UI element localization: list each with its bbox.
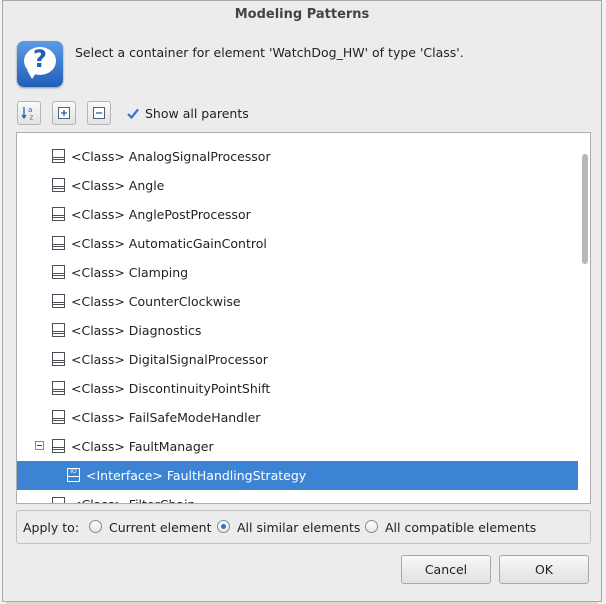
class-icon [52, 497, 65, 503]
dialog-title: Modeling Patterns [234, 7, 370, 22]
tree-item[interactable]: <Class> AutomaticGainControl [17, 229, 580, 258]
tree-item-label: <Class> DiscontinuityPointShift [71, 381, 271, 396]
tree-item-label: <Interface> FaultHandlingStrategy [86, 468, 307, 483]
tree-item[interactable]: <Class> FilterChain [17, 490, 580, 503]
class-icon [52, 381, 65, 395]
tree-item-label: <Class> FailSafeModeHandler [71, 410, 261, 425]
class-icon [52, 352, 65, 366]
tree-item-label: <Class> AutomaticGainControl [71, 236, 267, 251]
class-icon [52, 265, 65, 279]
tree-scrollbar[interactable] [578, 133, 590, 503]
modeling-patterns-dialog: Modeling Patterns ? Select a container f… [2, 0, 602, 602]
radio-all-similar-elements-label[interactable]: All similar elements [237, 520, 360, 535]
collapse-toggle-icon[interactable] [35, 441, 44, 450]
tree-item-label: <Class> Angle [71, 178, 165, 193]
cancel-button[interactable]: Cancel [401, 555, 491, 584]
container-tree[interactable]: <Class> AnalogSignalProcessor <Class> Ang… [16, 132, 591, 504]
tree-item[interactable]: <Class> Clamping [17, 258, 580, 287]
ok-button[interactable]: OK [499, 555, 589, 584]
interface-icon [67, 468, 80, 482]
tree-item[interactable]: <Interface> FaultHandlingStrategy [17, 461, 580, 490]
class-icon [52, 178, 65, 192]
dialog-message: Select a container for element 'WatchDog… [75, 45, 464, 60]
class-icon [52, 439, 65, 453]
radio-all-compatible-elements-label[interactable]: All compatible elements [385, 520, 536, 535]
tree-item[interactable]: <Class> Diagnostics [17, 316, 580, 345]
checkmark-icon [127, 108, 139, 119]
sort-button[interactable]: a z [17, 101, 41, 125]
tree-item-label: <Class> Clamping [71, 265, 189, 280]
radio-all-similar-elements[interactable] [217, 520, 230, 533]
collapse-all-icon [93, 107, 105, 119]
scrollbar-thumb[interactable] [582, 154, 588, 264]
apply-to-group: Apply to: Current element All similar el… [16, 510, 591, 544]
tree-item[interactable]: <Class> DiscontinuityPointShift [17, 374, 580, 403]
tree-item[interactable]: <Class> Angle [17, 171, 580, 200]
tree-item[interactable]: <Class> DigitalSignalProcessor [17, 345, 580, 374]
svg-text:z: z [30, 114, 34, 122]
class-icon [52, 410, 65, 424]
tree-item-label: <Class> Diagnostics [71, 323, 202, 338]
show-all-parents-checkbox[interactable]: Show all parents [126, 106, 249, 121]
tree-item-label: <Class> FaultManager [71, 439, 214, 454]
expand-all-icon [58, 107, 70, 119]
class-icon [52, 294, 65, 308]
class-icon [52, 149, 65, 163]
show-all-parents-label: Show all parents [145, 106, 249, 121]
question-icon: ? [17, 41, 63, 87]
radio-current-element-label[interactable]: Current element [109, 520, 211, 535]
class-icon [52, 207, 65, 221]
radio-current-element[interactable] [89, 520, 102, 533]
sort-alpha-icon: a z [21, 106, 34, 122]
tree-item[interactable]: <Class> AnalogSignalProcessor [17, 142, 580, 171]
apply-to-label: Apply to: [23, 520, 80, 535]
class-icon [52, 323, 65, 337]
expand-all-button[interactable] [52, 101, 76, 125]
collapse-all-button[interactable] [87, 101, 111, 125]
tree-item-label: <Class> CounterClockwise [71, 294, 241, 309]
tree-item-label: <Class> AnalogSignalProcessor [71, 149, 271, 164]
class-icon [52, 236, 65, 250]
tree-item[interactable]: <Class> AnglePostProcessor [17, 200, 580, 229]
tree-item[interactable]: <Class> CounterClockwise [17, 287, 580, 316]
tree-item-label: <Class> FilterChain [71, 497, 195, 503]
tree-item[interactable]: <Class> FailSafeModeHandler [17, 403, 580, 432]
radio-all-compatible-elements[interactable] [365, 520, 378, 533]
tree-item-label: <Class> AnglePostProcessor [71, 207, 251, 222]
tree-item[interactable]: <Class> FaultManager [17, 432, 580, 461]
tree-item-label: <Class> DigitalSignalProcessor [71, 352, 268, 367]
